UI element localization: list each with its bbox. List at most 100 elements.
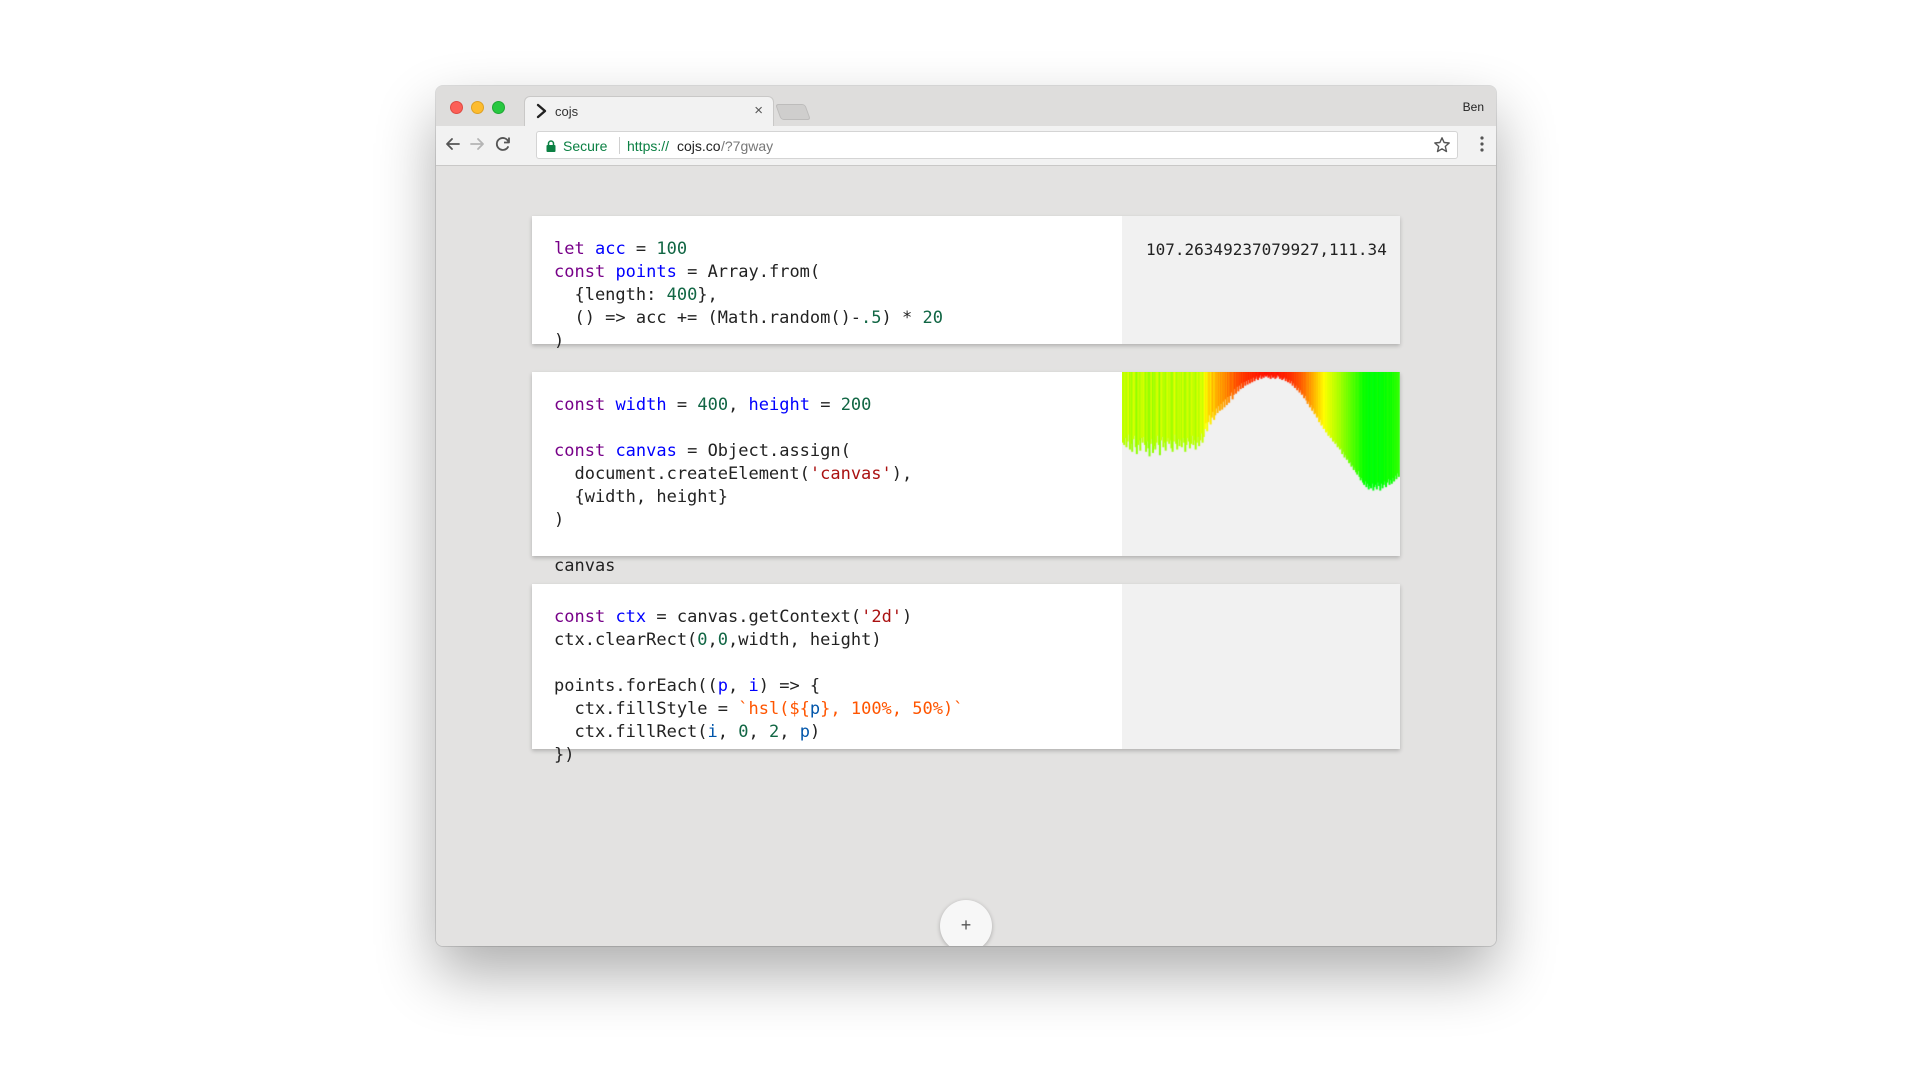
code-token: p bbox=[717, 676, 729, 696]
code-token: () => acc += (Math.random()- bbox=[554, 308, 862, 328]
code-token: ctx.fillStyle = bbox=[554, 699, 739, 719]
code-cell-1[interactable]: let acc = 100 const points = Array.from(… bbox=[532, 216, 1400, 351]
url-scheme: https:// bbox=[627, 138, 670, 154]
code-token: const bbox=[554, 607, 606, 627]
code-token: , bbox=[728, 676, 749, 696]
code-token: acc bbox=[594, 239, 626, 259]
cell-output: 107.26349237079927,111.34 bbox=[1122, 216, 1400, 344]
code-token: }, 100%, 50%)` bbox=[820, 699, 964, 719]
code-token: p bbox=[809, 699, 821, 719]
profile-name[interactable]: Ben bbox=[1463, 100, 1484, 114]
minimize-window-button[interactable] bbox=[471, 101, 484, 114]
code-token: .5 bbox=[861, 308, 882, 328]
code-token: canvas bbox=[554, 556, 616, 576]
back-arrow-icon[interactable] bbox=[442, 133, 464, 155]
cell-output bbox=[1122, 372, 1400, 556]
code-token: = Object.assign( bbox=[676, 441, 851, 461]
lock-icon bbox=[546, 139, 556, 152]
code-token: ) => { bbox=[758, 676, 821, 696]
code-token: canvas bbox=[615, 441, 677, 461]
code-token: p bbox=[799, 722, 810, 742]
code-token: points bbox=[615, 262, 677, 282]
code-token: = bbox=[809, 395, 841, 415]
browser-tab[interactable]: cojs × bbox=[524, 96, 774, 126]
code-token: }, bbox=[697, 285, 718, 305]
canvas-output bbox=[1122, 372, 1400, 556]
code-token: = Array.from( bbox=[676, 262, 821, 282]
cell-output bbox=[1122, 584, 1400, 749]
code-token: ,width, height) bbox=[728, 630, 882, 650]
code-token: 100 bbox=[656, 239, 688, 259]
code-token: i bbox=[707, 722, 718, 742]
code-token: 0 bbox=[738, 722, 749, 742]
zoom-window-button[interactable] bbox=[492, 101, 505, 114]
code-token: let bbox=[554, 239, 585, 259]
code-token: = canvas.getContext( bbox=[646, 607, 862, 627]
browser-toolbar: Secure https:// cojs.co /?7gway bbox=[436, 126, 1496, 166]
code-token: 2 bbox=[769, 722, 780, 742]
code-cell-2[interactable]: const width = 400, height = 200 const ca… bbox=[532, 372, 1400, 576]
code-token: ctx.clearRect( bbox=[554, 630, 698, 650]
url-host: cojs.co bbox=[677, 138, 721, 154]
code-token: 400 bbox=[666, 285, 698, 305]
code-token: , bbox=[779, 722, 800, 742]
code-token: const bbox=[554, 262, 606, 282]
code-editor[interactable]: let acc = 100 const points = Array.from(… bbox=[554, 238, 943, 353]
forward-arrow-icon[interactable] bbox=[466, 133, 488, 155]
new-tab-button[interactable] bbox=[775, 104, 811, 120]
bookmark-star-icon[interactable] bbox=[1433, 136, 1451, 154]
code-token: {length: bbox=[554, 285, 667, 305]
code-token: ), bbox=[891, 464, 913, 484]
code-token: '2d' bbox=[861, 607, 903, 627]
browser-window: cojs × Ben Secure https:// cojs.co /?7gw… bbox=[436, 86, 1496, 946]
code-token: i bbox=[748, 676, 759, 696]
reload-icon[interactable] bbox=[492, 133, 514, 155]
code-editor[interactable]: const width = 400, height = 200 const ca… bbox=[554, 394, 912, 578]
code-token: = bbox=[625, 239, 657, 259]
code-token: height bbox=[748, 395, 810, 415]
code-token: }) bbox=[554, 745, 575, 765]
code-token: const bbox=[554, 395, 606, 415]
code-token: , bbox=[728, 395, 749, 415]
divider bbox=[619, 137, 620, 154]
code-editor[interactable]: const ctx = canvas.getContext('2d') ctx.… bbox=[554, 606, 963, 767]
code-token: ) bbox=[554, 331, 565, 351]
code-token: , bbox=[717, 722, 739, 742]
code-token: 'canvas' bbox=[809, 464, 892, 484]
add-cell-button[interactable]: + bbox=[940, 900, 992, 946]
chevron-right-icon bbox=[535, 103, 549, 119]
code-token: points.forEach(( bbox=[554, 676, 718, 696]
notebook-area: let acc = 100 const points = Array.from(… bbox=[436, 166, 1496, 946]
code-token: = bbox=[666, 395, 698, 415]
code-token: width bbox=[615, 395, 667, 415]
secure-label: Secure bbox=[563, 138, 608, 154]
code-token: ) bbox=[554, 510, 565, 530]
code-token: 200 bbox=[840, 395, 872, 415]
code-token: const bbox=[554, 441, 606, 461]
address-bar[interactable]: Secure https:// cojs.co /?7gway bbox=[536, 131, 1458, 159]
code-token: `hsl(${ bbox=[738, 699, 810, 719]
code-cell-3[interactable]: const ctx = canvas.getContext('2d') ctx.… bbox=[532, 584, 1400, 765]
code-token: , bbox=[707, 630, 718, 650]
tab-strip: cojs × Ben bbox=[436, 86, 1496, 126]
url-path: /?7gway bbox=[721, 138, 774, 154]
code-token: 20 bbox=[922, 308, 943, 328]
code-token: , bbox=[748, 722, 769, 742]
code-token: ctx.fillRect( bbox=[554, 722, 708, 742]
code-token: document.createElement( bbox=[554, 464, 810, 484]
code-token: 0 bbox=[697, 630, 708, 650]
code-token: {width, height} bbox=[554, 487, 728, 507]
tab-title: cojs bbox=[555, 104, 579, 119]
more-menu-icon[interactable] bbox=[1480, 135, 1484, 153]
code-token: ) bbox=[902, 607, 913, 627]
code-token: ctx bbox=[615, 607, 647, 627]
tab-close-button[interactable]: × bbox=[754, 102, 763, 119]
code-token: 0 bbox=[717, 630, 729, 650]
close-window-button[interactable] bbox=[450, 101, 463, 114]
output-text: 107.26349237079927,111.34 bbox=[1146, 240, 1387, 259]
